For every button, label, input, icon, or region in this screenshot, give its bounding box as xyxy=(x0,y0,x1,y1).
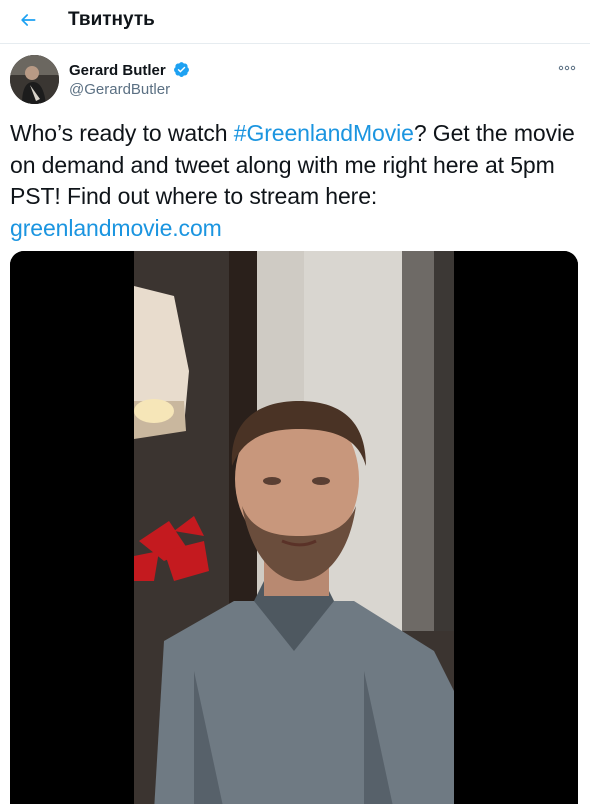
author-name[interactable]: Gerard Butler xyxy=(69,61,190,79)
more-options-icon xyxy=(558,65,576,71)
video-thumbnail xyxy=(10,251,578,804)
back-arrow-icon xyxy=(21,14,36,26)
back-button[interactable] xyxy=(12,4,44,36)
tweet-text-part: Who’s ready to watch xyxy=(10,120,234,146)
page-title: Твитнуть xyxy=(68,9,155,30)
video-player[interactable] xyxy=(10,251,578,804)
avatar[interactable] xyxy=(10,55,59,104)
author-name-text: Gerard Butler xyxy=(69,62,166,79)
hashtag-link[interactable]: #GreenlandMovie xyxy=(234,120,414,146)
verified-badge-icon xyxy=(173,62,189,77)
website-link[interactable]: greenlandmovie.com xyxy=(10,215,222,241)
author-handle[interactable]: @GerardButler xyxy=(69,81,170,98)
more-options-button[interactable] xyxy=(557,60,577,76)
top-bar: Твитнуть xyxy=(0,0,590,44)
tweet-text: Who’s ready to watch #GreenlandMovie? Ge… xyxy=(10,118,582,244)
